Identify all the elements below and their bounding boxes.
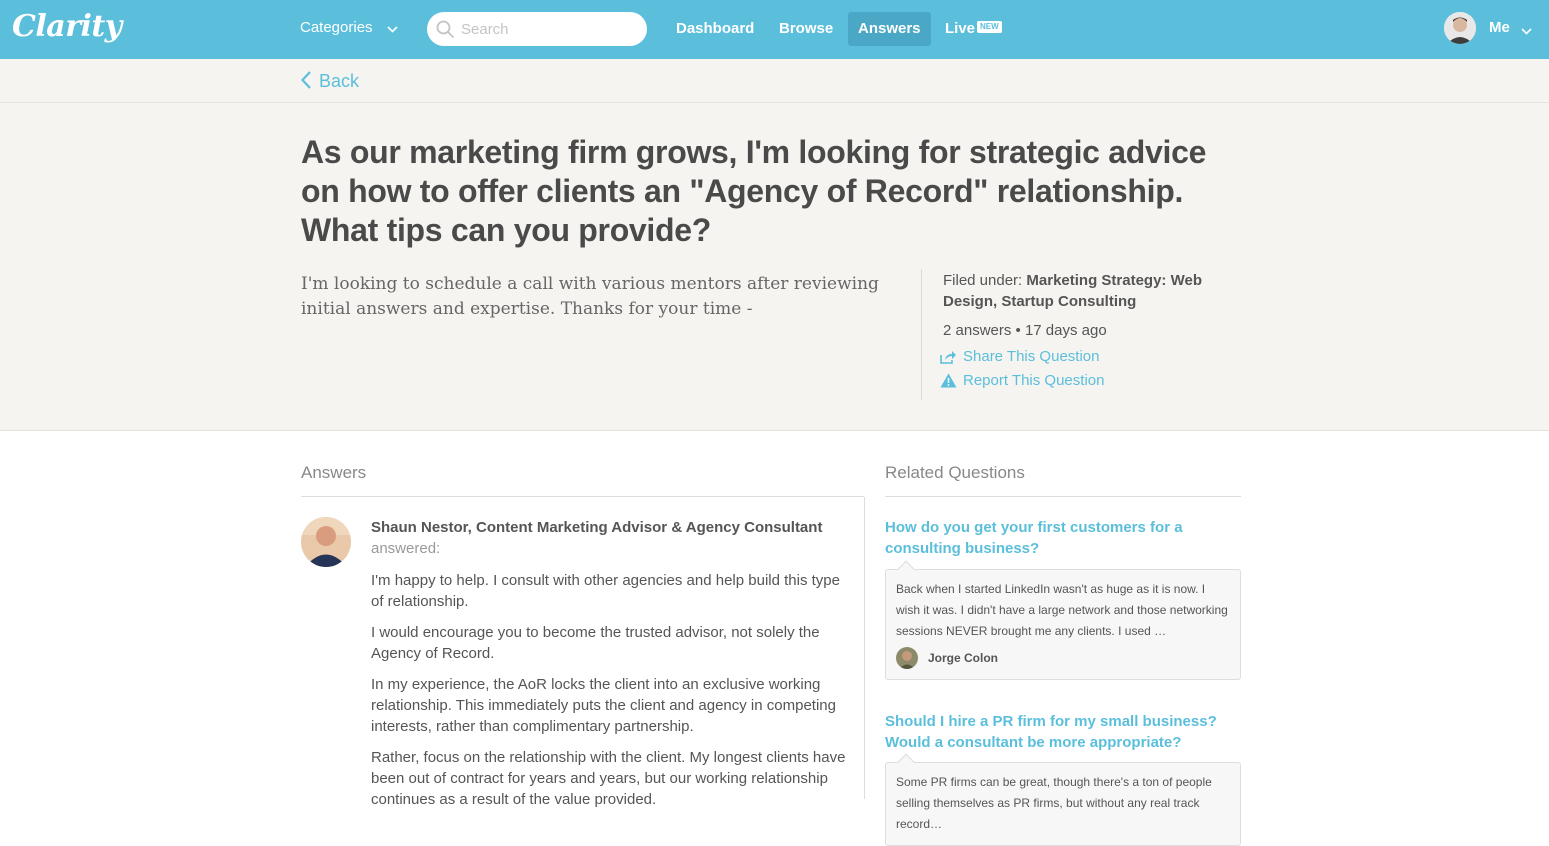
related-question-title[interactable]: Should I hire a PR firm for my small bus… [885, 711, 1225, 753]
back-bar: Back [0, 59, 1549, 103]
search-box [427, 12, 647, 46]
back-link[interactable]: Back [300, 71, 360, 94]
related-question-preview[interactable]: Some PR firms can be great, though there… [885, 753, 1241, 846]
categories-label: Categories [300, 19, 373, 36]
report-question-link[interactable]: Report This Question [940, 372, 1241, 389]
new-badge: NEW [977, 21, 1002, 33]
share-question-link[interactable]: Share This Question [940, 348, 1241, 365]
filed-prefix: Filed under: [943, 272, 1027, 289]
answer-paragraph: I'm happy to help. I consult with other … [371, 572, 840, 610]
answer-author-avatar[interactable] [301, 517, 351, 567]
categories-dropdown[interactable]: Categories [300, 19, 398, 37]
chevron-down-icon[interactable] [1521, 22, 1532, 40]
question-title: As our marketing firm grows, I'm looking… [301, 134, 1207, 248]
report-label: Report This Question [963, 372, 1105, 389]
related-questions-heading: Related Questions [885, 463, 1241, 497]
related-answer-user[interactable]: Jorge Colon [896, 647, 1230, 669]
nav-browse[interactable]: Browse [769, 12, 843, 46]
related-question-snippet: Back when I started LinkedIn wasn't as h… [896, 582, 1228, 638]
related-question-preview[interactable]: Back when I started LinkedIn wasn't as h… [885, 560, 1241, 680]
related-user-avatar [896, 647, 918, 669]
answer-author-name[interactable]: Shaun Nestor, Content Marketing Advisor … [371, 519, 822, 536]
answer-paragraph: I would encourage you to become the trus… [371, 624, 820, 662]
filed-under: Filed under: Marketing Strategy: Web Des… [943, 270, 1241, 312]
share-icon [940, 350, 960, 364]
related-question-title[interactable]: How do you get your first customers for … [885, 517, 1225, 559]
related-user-name: Jorge Colon [928, 651, 999, 665]
back-label: Back [319, 71, 360, 91]
answer-paragraph: In my experience, the AoR locks the clie… [371, 676, 836, 735]
preview-notch [897, 560, 915, 578]
chevron-left-icon [300, 71, 311, 94]
related-question-snippet: Some PR firms can be great, though there… [896, 775, 1212, 831]
clarity-logo[interactable]: Clarity [12, 9, 122, 44]
nav-answers[interactable]: Answers [848, 12, 931, 46]
search-icon [436, 20, 455, 44]
question-meta: 2 answers • 17 days ago [943, 322, 1107, 339]
answer-paragraph: Rather, focus on the relationship with t… [371, 749, 846, 808]
answer-text: I'm happy to help. I consult with other … [371, 570, 851, 820]
question-body: I'm looking to schedule a call with vari… [301, 274, 879, 319]
share-label: Share This Question [963, 348, 1100, 365]
user-avatar[interactable] [1444, 12, 1476, 44]
nav-dashboard[interactable]: Dashboard [666, 12, 764, 46]
search-input[interactable] [461, 19, 636, 39]
warning-icon [940, 373, 960, 388]
answered-label: answered: [371, 540, 441, 557]
column-divider [864, 497, 865, 799]
preview-notch [897, 753, 915, 771]
question-sidebar: Filed under: Marketing Strategy: Web Des… [921, 269, 1241, 400]
top-navbar: Clarity Categories Dashboard Browse Answ… [0, 0, 1549, 59]
me-menu-label[interactable]: Me [1489, 19, 1510, 36]
chevron-down-icon [387, 20, 398, 37]
answers-heading: Answers [301, 463, 864, 497]
question-hero: As our marketing firm grows, I'm looking… [0, 103, 1549, 431]
